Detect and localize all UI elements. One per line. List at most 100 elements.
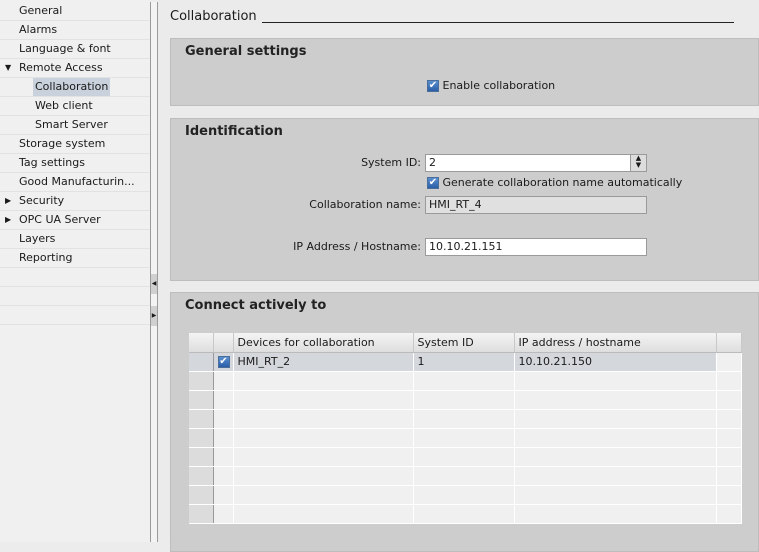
table-row-empty[interactable] — [189, 485, 742, 505]
cell[interactable] — [514, 428, 717, 448]
nav-empty-row — [0, 306, 150, 325]
table-row-empty[interactable] — [189, 466, 742, 486]
cell[interactable] — [413, 466, 515, 486]
filler-cell — [716, 371, 742, 391]
table-row-empty[interactable] — [189, 428, 742, 448]
system-id-spinner[interactable]: 2 ▲ ▼ — [425, 154, 647, 172]
nav-general[interactable]: General — [0, 2, 150, 21]
nav-label: Tag settings — [19, 156, 85, 169]
nav-label: Language & font — [19, 42, 111, 55]
nav-web-client[interactable]: Web client — [0, 97, 150, 116]
cell[interactable] — [233, 371, 414, 391]
cell[interactable] — [413, 504, 515, 524]
cell[interactable] — [233, 428, 414, 448]
column-header-ip[interactable]: IP address / hostname — [514, 333, 717, 353]
nav-tag-settings[interactable]: Tag settings — [0, 154, 150, 173]
nav-storage-system[interactable]: Storage system — [0, 135, 150, 154]
table-row-empty[interactable] — [189, 504, 742, 524]
table-row-empty[interactable] — [189, 390, 742, 410]
cell-system-id[interactable]: 1 — [413, 352, 515, 372]
row-header[interactable] — [189, 428, 214, 448]
cell[interactable] — [213, 504, 234, 524]
cell-device[interactable]: HMI_RT_2 — [233, 352, 414, 372]
cell[interactable] — [413, 390, 515, 410]
row-header[interactable] — [189, 409, 214, 429]
nav-label: Storage system — [19, 137, 106, 150]
checkbox-label: Enable collaboration — [442, 79, 556, 92]
row-header[interactable] — [189, 447, 214, 467]
nav-reporting[interactable]: Reporting — [0, 249, 150, 268]
enable-collaboration-checkbox[interactable]: ✔ Enable collaboration — [427, 79, 555, 92]
collaboration-name-field: HMI_RT_4 — [425, 196, 647, 214]
table-row[interactable]: ✔ HMI_RT_2 1 10.10.21.150 — [189, 352, 742, 372]
collapsed-triangle-icon[interactable]: ▶ — [5, 192, 11, 210]
collapsed-triangle-icon[interactable]: ▶ — [5, 211, 11, 229]
section-heading: General settings — [185, 44, 307, 59]
nav-label: Web client — [35, 99, 93, 112]
nav-language-font[interactable]: Language & font — [0, 40, 150, 59]
row-checkbox[interactable]: ✔ — [213, 352, 234, 372]
nav-remote-access[interactable]: ▼ Remote Access — [0, 59, 150, 78]
nav-layers[interactable]: Layers — [0, 230, 150, 249]
cell[interactable] — [514, 447, 717, 467]
table-row-empty[interactable] — [189, 447, 742, 467]
column-header-devices[interactable]: Devices for collaboration — [233, 333, 414, 353]
cell[interactable] — [514, 504, 717, 524]
cell[interactable] — [233, 504, 414, 524]
checkbox-checked-icon: ✔ — [427, 177, 439, 189]
cell[interactable] — [514, 371, 717, 391]
cell[interactable] — [413, 409, 515, 429]
cell[interactable] — [213, 409, 234, 429]
row-header[interactable] — [189, 390, 214, 410]
cell[interactable] — [413, 428, 515, 448]
nav-good-manufacturing[interactable]: Good Manufacturin... — [0, 173, 150, 192]
filler-cell — [716, 485, 742, 505]
cell[interactable] — [514, 466, 717, 486]
row-header[interactable] — [189, 485, 214, 505]
cell[interactable] — [413, 371, 515, 391]
ip-address-input[interactable]: 10.10.21.151 — [425, 238, 647, 256]
nav-label: Remote Access — [19, 61, 103, 74]
cell[interactable] — [213, 485, 234, 505]
cell[interactable] — [233, 409, 414, 429]
cell[interactable] — [413, 485, 515, 505]
filler-cell — [716, 466, 742, 486]
cell[interactable] — [413, 447, 515, 467]
row-header[interactable] — [189, 352, 214, 372]
cell[interactable] — [233, 447, 414, 467]
spinner-updown-icon[interactable]: ▲ ▼ — [630, 155, 646, 171]
cell[interactable] — [233, 390, 414, 410]
cell[interactable] — [213, 371, 234, 391]
table-row-empty[interactable] — [189, 409, 742, 429]
section-heading: Connect actively to — [185, 298, 327, 313]
nav-empty-row — [0, 268, 150, 287]
cell[interactable] — [514, 409, 717, 429]
column-header-system-id[interactable]: System ID — [413, 333, 515, 353]
table-row-empty[interactable] — [189, 371, 742, 391]
checkbox-label: Generate collaboration name automaticall… — [442, 176, 683, 189]
cell[interactable] — [213, 447, 234, 467]
cell[interactable] — [514, 485, 717, 505]
nav-collaboration[interactable]: Collaboration — [0, 78, 150, 97]
nav-alarms[interactable]: Alarms — [0, 21, 150, 40]
filler-cell — [716, 447, 742, 467]
cell[interactable] — [213, 390, 234, 410]
row-header[interactable] — [189, 466, 214, 486]
cell[interactable] — [213, 428, 234, 448]
auto-name-checkbox[interactable]: ✔ Generate collaboration name automatica… — [427, 176, 682, 189]
row-header[interactable] — [189, 371, 214, 391]
collapse-left-arrow-icon[interactable]: ◀ — [151, 274, 157, 294]
cell[interactable] — [233, 485, 414, 505]
cell[interactable] — [213, 466, 234, 486]
nav-opc-ua-server[interactable]: ▶ OPC UA Server — [0, 211, 150, 230]
nav-security[interactable]: ▶ Security — [0, 192, 150, 211]
nav-smart-server[interactable]: Smart Server — [0, 116, 150, 135]
cell[interactable] — [233, 466, 414, 486]
cell-ip[interactable]: 10.10.21.150 — [514, 352, 717, 372]
cell[interactable] — [514, 390, 717, 410]
row-header[interactable] — [189, 504, 214, 524]
splitter[interactable]: ◀ ▶ — [150, 2, 158, 542]
expand-right-arrow-icon[interactable]: ▶ — [151, 306, 157, 326]
expanded-triangle-icon[interactable]: ▼ — [5, 59, 11, 77]
sidebar-nav: General Alarms Language & font ▼ Remote A… — [0, 0, 150, 542]
